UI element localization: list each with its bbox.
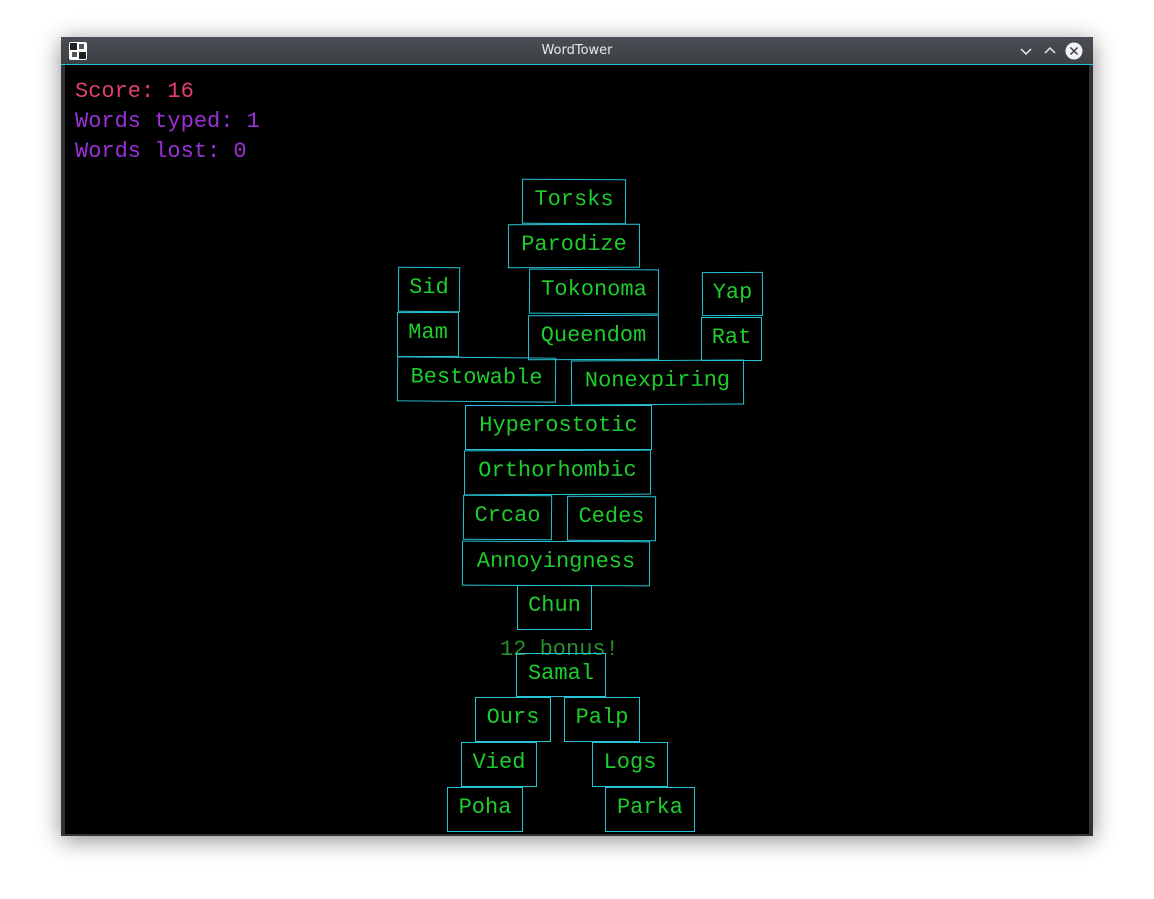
minimize-button[interactable] (1016, 41, 1036, 61)
word-block: Parka (605, 787, 695, 832)
word-block: Vied (461, 742, 537, 787)
close-icon (1065, 42, 1083, 60)
game-canvas[interactable]: Score: 16 Words typed: 1 Words lost: 0 T… (65, 65, 1089, 834)
word-block: Chun (517, 585, 592, 630)
close-button[interactable] (1064, 41, 1084, 61)
score-label: Score: 16 (75, 79, 194, 104)
maximize-button[interactable] (1040, 41, 1060, 61)
word-block: Ours (475, 697, 551, 742)
word-block: Rat (701, 317, 762, 361)
word-block: Sid (397, 266, 461, 313)
words-typed-label: Words typed: 1 (75, 109, 260, 134)
word-block: Yap (701, 271, 764, 317)
words-lost-label: Words lost: 0 (75, 139, 247, 164)
maximize-icon (1044, 46, 1056, 54)
word-block: Cedes (566, 495, 657, 542)
word-block: Samal (516, 653, 606, 697)
word-block: Torsks (521, 178, 627, 225)
word-block: Annoyingness (461, 540, 651, 587)
word-block: Nonexpiring (570, 359, 745, 406)
word-block: Hyperostotic (465, 405, 652, 450)
word-block: Tokonoma (528, 268, 660, 315)
word-block: Bestowable (396, 356, 557, 403)
word-block: Poha (447, 787, 523, 832)
word-block: Mam (396, 311, 460, 358)
minimize-icon (1020, 48, 1032, 56)
word-block: Orthorhombic (463, 449, 652, 496)
window-title: WordTower (541, 43, 613, 58)
word-block: Palp (564, 697, 640, 742)
word-block: Queendom (527, 314, 660, 361)
title-bar[interactable]: WordTower (61, 37, 1093, 65)
word-block: Parodize (507, 223, 641, 269)
app-window: WordTower Score: 16 Words typed: 1 Words… (61, 37, 1093, 836)
word-block: Crcao (462, 494, 553, 541)
word-block: Logs (592, 742, 668, 787)
